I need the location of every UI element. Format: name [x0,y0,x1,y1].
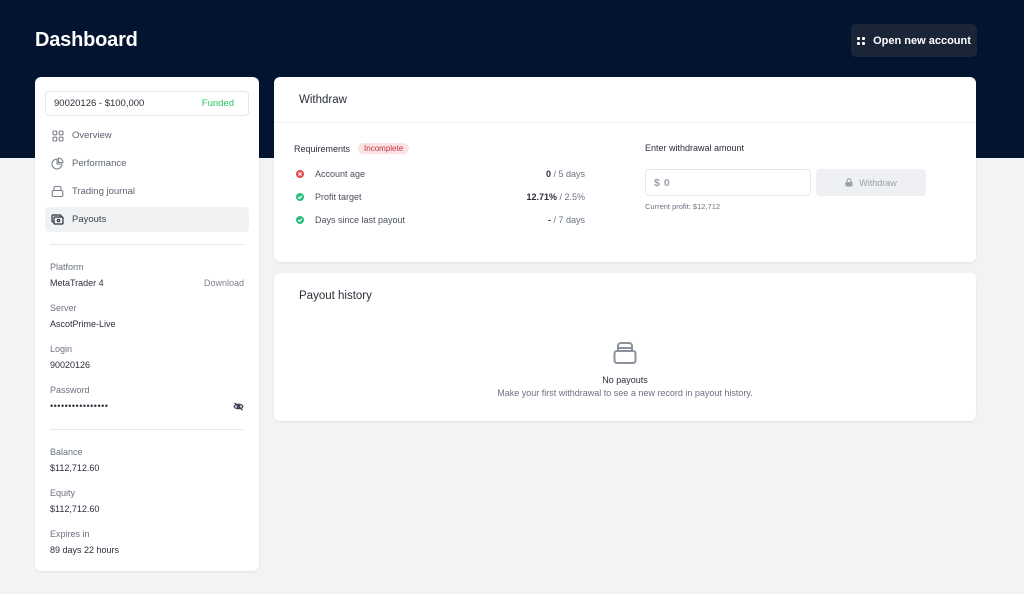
requirements-label: Requirements [294,143,351,154]
withdrawal-amount-input[interactable] [663,176,784,189]
requirement-current: 12.71% [526,191,557,202]
account-selector-value: 90020126 - $100,000 [54,98,145,109]
current-profit: Current profit: $12,712 [645,202,721,211]
empty-state-title: No payouts [602,375,648,385]
lock-icon [845,178,853,187]
sidebar-item-performance[interactable]: Performance [45,151,249,176]
password-label: Password [50,385,90,395]
requirement-label: Account age [315,168,366,179]
requirement-row: Profit target 12.71% / 2.5% [294,185,585,208]
withdraw-button[interactable]: Withdraw [816,169,926,196]
withdraw-title: Withdraw [274,77,976,123]
requirement-row: Days since last payout - / 7 days [294,208,585,231]
withdrawal-amount-field[interactable]: $ [645,169,811,196]
eye-off-icon[interactable] [233,401,244,411]
inbox-icon [612,340,638,366]
requirement-target: / 2.5% [556,191,585,202]
equity-label: Equity [50,488,76,498]
account-selector[interactable]: 90020126 - $100,000 Funded [45,91,249,116]
page-title: Dashboard [35,29,138,51]
grid-icon [51,129,64,142]
download-link[interactable]: Download [204,277,244,289]
pie-chart-icon [51,157,64,170]
withdrawal-amount-label: Enter withdrawal amount [645,143,745,153]
sidebar-divider [50,429,244,430]
account-stats-section: Balance $112,712.60 Equity $112,712.60 E… [45,446,249,556]
grid-icon [857,36,866,45]
sidebar-item-label: Overview [72,130,112,141]
platform-value: MetaTrader 4 [50,278,104,288]
requirement-label: Profit target [315,191,362,202]
expires-label: Expires in [50,529,90,539]
balance-label: Balance [50,447,83,457]
sidebar-item-label: Performance [72,158,127,169]
requirements-status-badge: Incomplete [358,143,410,154]
empty-state: No payouts Make your first withdrawal to… [274,340,976,398]
check-circle-icon [296,192,304,201]
requirement-row: Account age 0 / 5 days [294,162,585,185]
withdrawal-amount-section: Enter withdrawal amount $ Withdraw Curre… [645,143,935,211]
balance-value: $112,712.60 [50,463,100,473]
account-status: Funded [201,98,234,109]
sidebar-item-payouts[interactable]: Payouts [45,207,249,232]
password-value: •••••••••••••••• [50,401,109,411]
login-label: Login [50,344,73,354]
credentials-section: Platform MetaTrader 4 Download Server As… [45,261,249,412]
sidebar-item-overview[interactable]: Overview [45,123,249,148]
server-value: AscotPrime-Live [50,319,116,329]
requirement-target: / 7 days [550,214,585,225]
expires-value: 89 days 22 hours [50,545,120,555]
equity-value: $112,712.60 [50,504,100,514]
withdraw-card: Withdraw Requirements Incomplete Account… [274,77,976,262]
currency-symbol: $ [654,176,660,189]
payout-history-title: Payout history [299,290,372,302]
account-sidebar: 90020126 - $100,000 Funded Overview Perf… [35,77,259,571]
payout-history-card: Payout history No payouts Make your firs… [274,273,976,421]
open-new-account-button[interactable]: Open new account [851,24,977,57]
server-label: Server [50,303,77,313]
sidebar-divider [50,244,244,245]
sidebar-item-trading-journal[interactable]: Trading journal [45,179,249,204]
check-circle-icon [296,215,304,224]
x-circle-icon [296,169,304,178]
login-value: 90020126 [50,360,91,370]
sidebar-item-label: Trading journal [72,186,136,197]
journal-icon [51,185,64,198]
wallet-icon [51,213,64,226]
requirement-label: Days since last payout [315,214,406,225]
requirements-section: Requirements Incomplete Account age 0 / … [294,143,585,231]
sidebar-nav: Overview Performance Trading journal Pay… [45,123,249,232]
sidebar-item-label: Payouts [72,214,107,225]
empty-state-description: Make your first withdrawal to see a new … [497,388,753,398]
platform-label: Platform [50,262,84,272]
requirement-target: / 5 days [550,168,585,179]
withdraw-button-label: Withdraw [859,177,897,188]
open-new-account-label: Open new account [873,34,971,47]
